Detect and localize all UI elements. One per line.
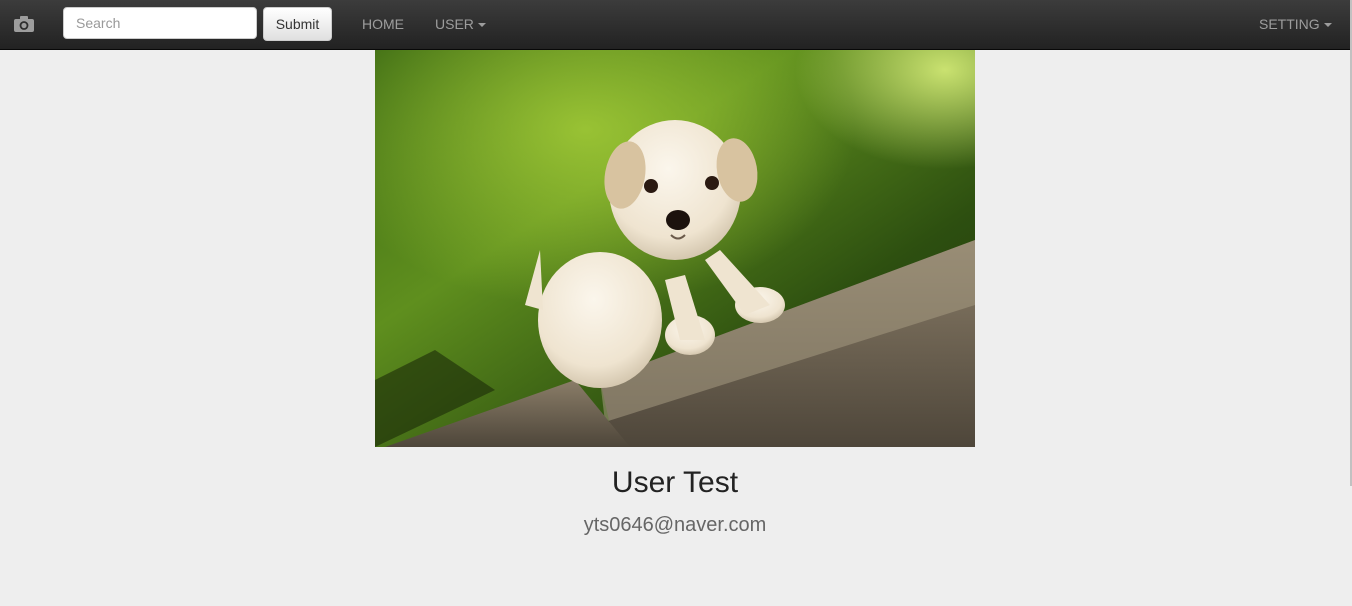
search-input[interactable] [63, 7, 257, 39]
caret-down-icon [477, 23, 486, 28]
nav-setting-label: SETTING [1259, 16, 1320, 32]
nav-home-link[interactable]: HOME [362, 15, 404, 33]
submit-button[interactable]: Submit [263, 7, 332, 41]
caret-down-icon [1323, 23, 1332, 28]
camera-icon[interactable] [13, 15, 35, 33]
nav-setting-dropdown[interactable]: SETTING [1259, 15, 1332, 33]
nav-user-dropdown[interactable]: USER [435, 15, 486, 33]
nav-user-label: USER [435, 16, 474, 32]
profile-email: yts0646@naver.com [583, 514, 767, 536]
top-navbar: Submit HOME USER SETTING [0, 0, 1350, 50]
profile-photo [375, 50, 975, 447]
profile-name: User Test [611, 466, 739, 499]
